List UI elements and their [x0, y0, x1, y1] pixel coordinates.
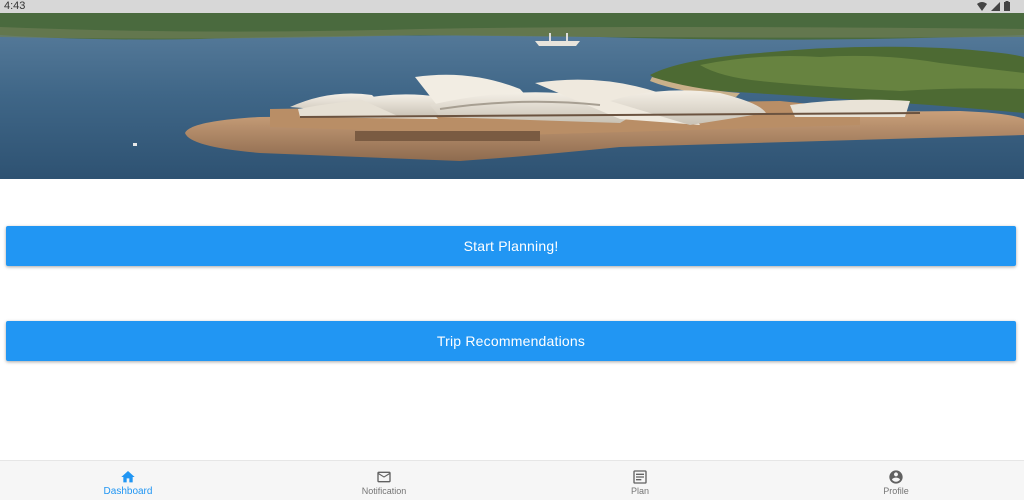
home-icon	[121, 471, 135, 483]
nav-label-dashboard: Dashboard	[103, 486, 153, 497]
status-time: 4:43	[4, 0, 26, 12]
start-planning-button[interactable]: Start Planning!	[6, 226, 1016, 266]
status-bar: 4:43	[0, 0, 1024, 13]
battery-icon	[1004, 1, 1010, 11]
signal-icon	[991, 1, 1000, 11]
bottom-navigation: Dashboard Notification Plan Profile	[0, 460, 1024, 500]
wifi-icon	[977, 1, 987, 11]
nav-item-profile[interactable]: Profile	[768, 461, 1024, 500]
nav-label-notification: Notification	[361, 486, 407, 496]
nav-item-plan[interactable]: Plan	[512, 461, 768, 500]
opera-house-photo	[0, 13, 1024, 179]
nav-label-profile: Profile	[883, 486, 909, 496]
nav-item-dashboard[interactable]: Dashboard	[0, 461, 256, 500]
hero-image	[0, 13, 1024, 179]
status-icons	[977, 1, 1010, 11]
nav-label-plan: Plan	[630, 486, 649, 496]
account-circle-icon	[889, 470, 903, 484]
plan-icon	[633, 470, 647, 484]
trip-recommendations-button[interactable]: Trip Recommendations	[6, 321, 1016, 361]
mail-icon	[377, 471, 391, 483]
nav-item-notification[interactable]: Notification	[256, 461, 512, 500]
